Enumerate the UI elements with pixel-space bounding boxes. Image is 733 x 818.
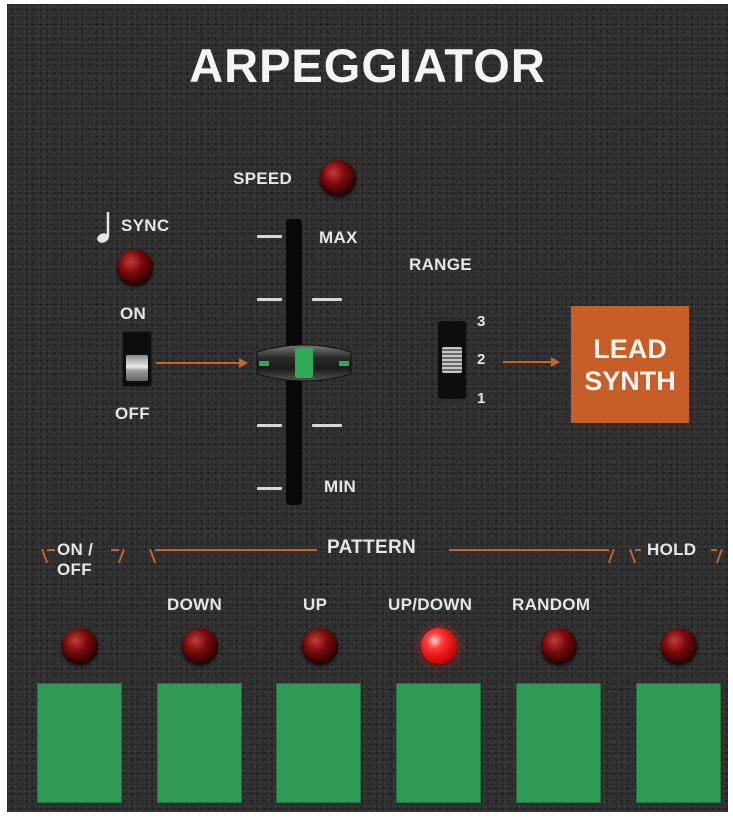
- speed-led: [320, 160, 356, 196]
- hold-button[interactable]: [636, 683, 721, 803]
- onoff-bracket-left: [41, 549, 55, 563]
- sync-to-speed-arrow: [156, 358, 248, 368]
- range-label: RANGE: [409, 255, 472, 274]
- onoff-bracket-right: [111, 549, 125, 563]
- hold-label: HOLD: [647, 540, 697, 559]
- pattern-label-up: UP: [303, 595, 328, 614]
- speed-min-label: MIN: [324, 477, 357, 496]
- onoff-button[interactable]: [37, 683, 122, 803]
- panel-title: ARPEGGIATOR: [189, 39, 546, 92]
- pattern-random-led: [541, 628, 577, 664]
- pattern-label-random: RANDOM: [512, 595, 591, 614]
- sync-led: [117, 249, 153, 285]
- speed-tick: [312, 424, 342, 427]
- sync-switch[interactable]: [122, 331, 152, 387]
- arpeggiator-panel: ARPEGGIATOR SYNC ON OFF SPEED MAX MIN RA…: [7, 4, 728, 812]
- range-switch[interactable]: [438, 321, 466, 399]
- pattern-updown-button[interactable]: [396, 683, 481, 803]
- range-option-2: 2: [477, 351, 486, 368]
- sync-off-label: OFF: [115, 404, 150, 423]
- speed-label: SPEED: [233, 169, 293, 188]
- range-switch-lever[interactable]: [442, 347, 462, 373]
- hold-led: [661, 628, 697, 664]
- pattern-down-led: [182, 628, 218, 664]
- range-to-lead-arrow: [503, 357, 560, 367]
- speed-tick: [257, 235, 282, 238]
- pattern-bracket-right: [449, 549, 615, 563]
- speed-tick: [312, 298, 342, 301]
- range-option-3: 3: [477, 313, 486, 330]
- onoff-label-bottom: OFF: [57, 560, 92, 579]
- pattern-up-button[interactable]: [276, 683, 361, 803]
- pattern-random-button[interactable]: [516, 683, 601, 803]
- hold-bracket-right: [711, 549, 723, 563]
- pattern-bracket-left: [149, 549, 317, 563]
- hold-bracket-left: [629, 549, 641, 563]
- speed-tick: [257, 424, 282, 427]
- pattern-up-led: [302, 628, 338, 664]
- speed-tick: [257, 298, 282, 301]
- lead-synth-line1: LEAD: [593, 333, 667, 364]
- onoff-led: [62, 628, 98, 664]
- lead-synth-button[interactable]: LEAD SYNTH: [571, 306, 689, 423]
- onoff-label-top: ON /: [57, 540, 94, 559]
- pattern-updown-led: [421, 628, 457, 664]
- speed-tick: [257, 487, 282, 490]
- sync-label: SYNC: [121, 216, 170, 235]
- sync-on-label: ON: [120, 304, 147, 323]
- speed-max-label: MAX: [319, 228, 358, 247]
- note-icon: [95, 210, 115, 244]
- sync-switch-lever[interactable]: [126, 355, 148, 381]
- pattern-label: PATTERN: [327, 537, 417, 558]
- range-option-1: 1: [477, 390, 486, 407]
- pattern-label-updown: UP/DOWN: [388, 595, 473, 614]
- lead-synth-line2: SYNTH: [584, 365, 676, 396]
- pattern-down-button[interactable]: [157, 683, 242, 803]
- speed-slider-knob[interactable]: [255, 342, 353, 384]
- pattern-label-down: DOWN: [167, 595, 223, 614]
